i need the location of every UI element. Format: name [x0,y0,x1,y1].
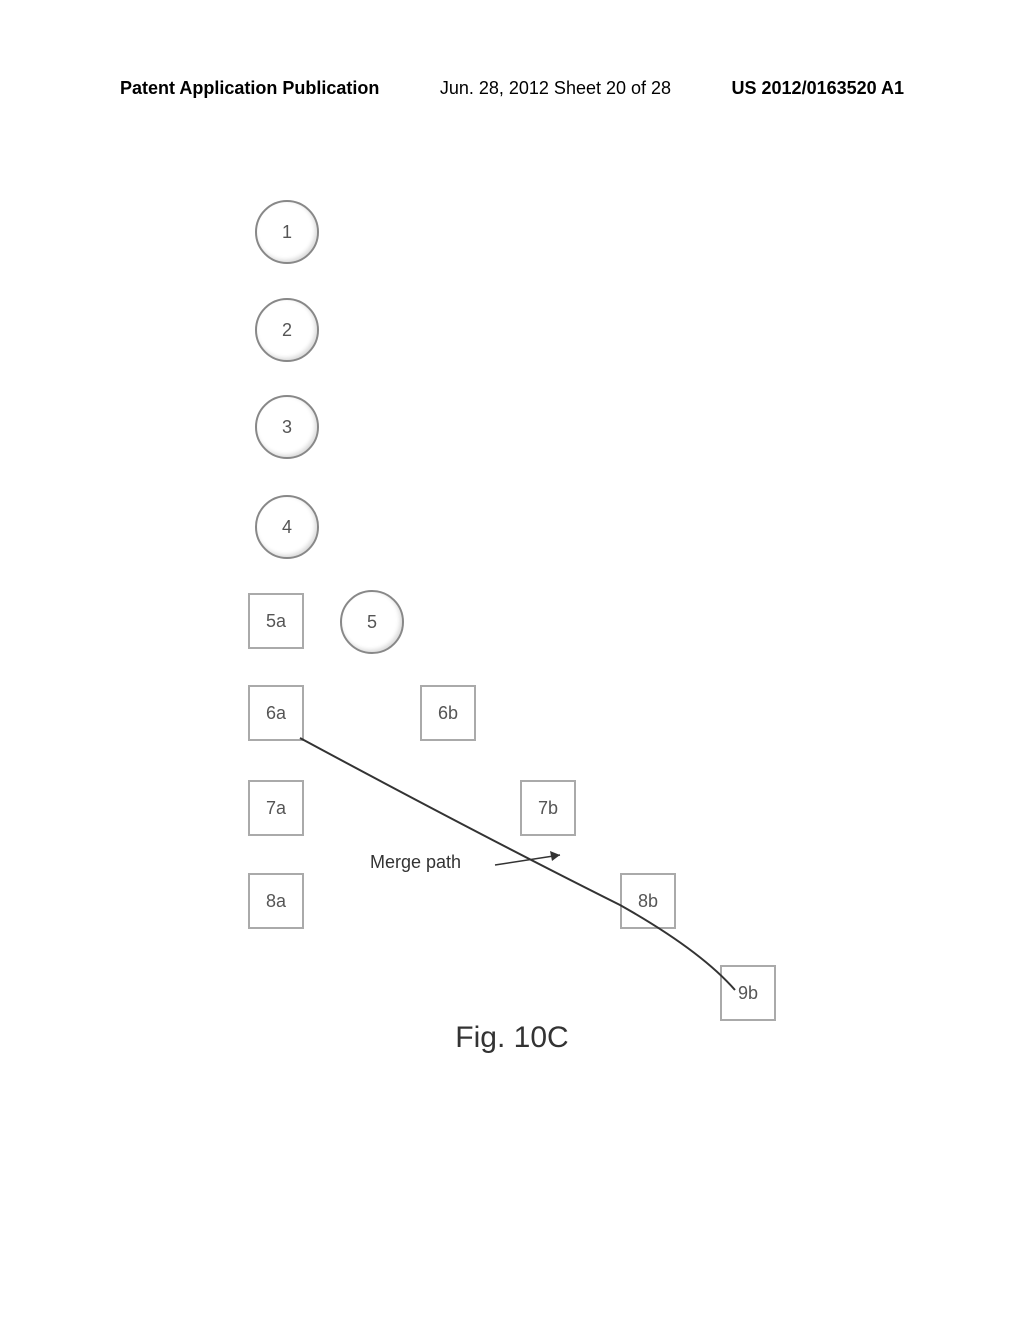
node-4-label: 4 [282,517,292,538]
node-6a: 6a [248,685,304,741]
node-7a: 7a [248,780,304,836]
figure-caption: Fig. 10C [0,1021,1024,1055]
node-8a: 8a [248,873,304,929]
node-6b: 6b [420,685,476,741]
node-3-label: 3 [282,417,292,438]
node-4: 4 [255,495,319,559]
node-5-label: 5 [367,612,377,633]
node-8b: 8b [620,873,676,929]
merge-path-label: Merge path [370,852,461,873]
node-7b: 7b [520,780,576,836]
node-6a-label: 6a [266,703,286,724]
node-5a-label: 5a [266,611,286,632]
node-9b: 9b [720,965,776,1021]
node-9b-label: 9b [738,983,758,1004]
page-header: Patent Application Publication Jun. 28, … [120,78,904,99]
node-7a-label: 7a [266,798,286,819]
node-8b-label: 8b [638,891,658,912]
node-5: 5 [340,590,404,654]
node-5a: 5a [248,593,304,649]
header-center-text: Jun. 28, 2012 Sheet 20 of 28 [440,78,671,99]
diagram: 1 2 3 4 5 5a 6a 7a 8a 6b 7b 8b 9b Merge … [0,190,1024,1040]
node-3: 3 [255,395,319,459]
node-2: 2 [255,298,319,362]
node-1-label: 1 [282,222,292,243]
node-2-label: 2 [282,320,292,341]
node-8a-label: 8a [266,891,286,912]
node-7b-label: 7b [538,798,558,819]
node-1: 1 [255,200,319,264]
node-6b-label: 6b [438,703,458,724]
header-right-text: US 2012/0163520 A1 [732,78,904,99]
merge-path-line [0,190,1024,1040]
header-left-text: Patent Application Publication [120,78,379,99]
